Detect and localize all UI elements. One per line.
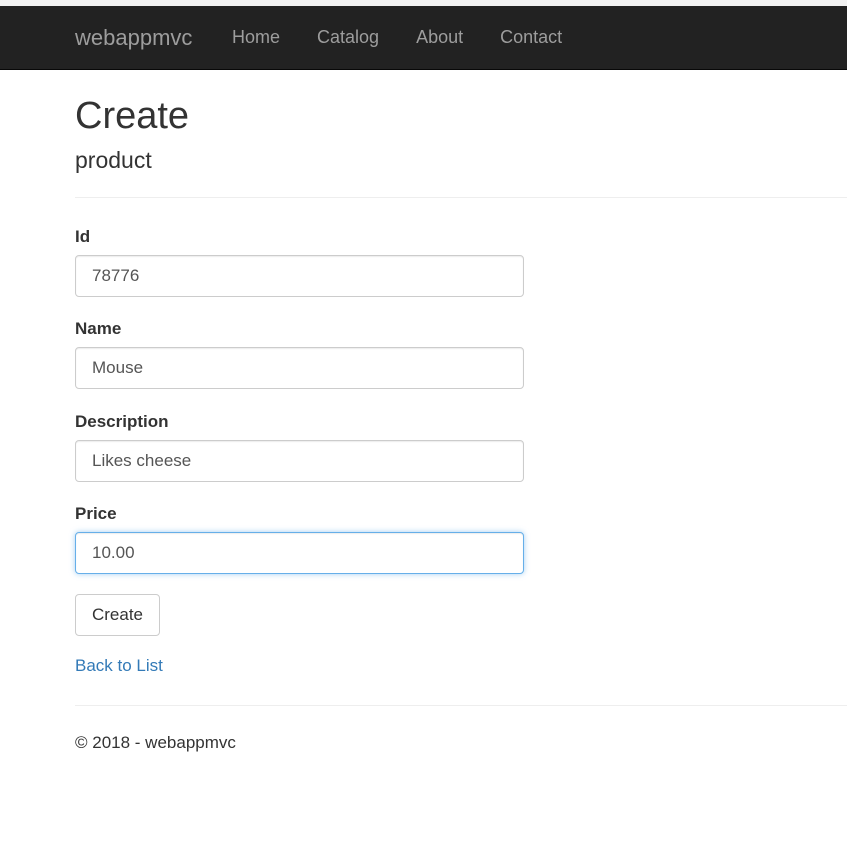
nav-item-contact[interactable]: Contact	[500, 6, 562, 69]
description-input[interactable]	[75, 440, 524, 482]
footer-copyright: © 2018 - webappmvc	[75, 733, 236, 752]
create-button[interactable]: Create	[75, 594, 160, 636]
id-input[interactable]	[75, 255, 524, 297]
name-input[interactable]	[75, 347, 524, 389]
nav-item-home[interactable]: Home	[232, 6, 280, 69]
navbar: webappmvc Home Catalog About Contact	[0, 6, 847, 70]
nav-item-about[interactable]: About	[416, 6, 463, 69]
footer-divider	[75, 705, 847, 706]
page-title: Create	[75, 95, 190, 137]
price-input[interactable]	[75, 532, 524, 574]
price-label: Price	[75, 504, 117, 523]
brand-link[interactable]: webappmvc	[75, 6, 192, 69]
nav-menu: Home Catalog About Contact	[232, 6, 599, 69]
nav-item-catalog[interactable]: Catalog	[317, 6, 379, 69]
back-to-list-link[interactable]: Back to List	[75, 656, 163, 676]
name-label: Name	[75, 319, 122, 338]
header-divider	[75, 197, 847, 198]
description-label: Description	[75, 412, 169, 431]
id-label: Id	[75, 227, 91, 246]
page-subtitle: product	[75, 147, 152, 173]
